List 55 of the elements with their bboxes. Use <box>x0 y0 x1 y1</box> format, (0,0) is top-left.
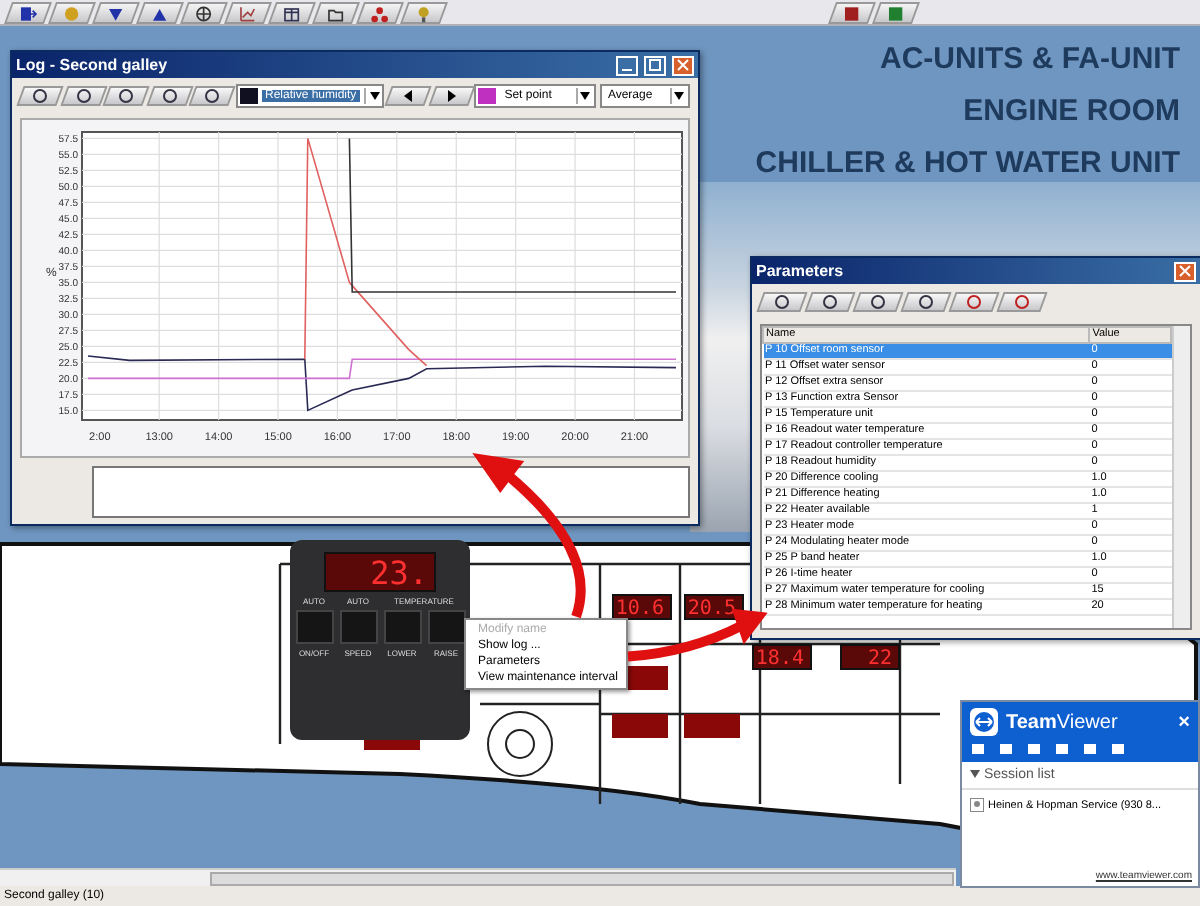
logo-icon <box>970 708 998 736</box>
left-arrow-icon <box>399 88 416 104</box>
toolbar-button[interactable] <box>188 86 235 106</box>
close-button[interactable] <box>672 55 694 75</box>
maximize-button[interactable] <box>644 55 666 75</box>
temperature-display: 18.4 <box>752 644 812 670</box>
controller-display: 23. <box>324 552 436 592</box>
caret-icon <box>369 92 380 100</box>
section-heading: ENGINE ROOM <box>963 94 1180 130</box>
temperature-display: 22 <box>840 644 900 670</box>
right-arrow-icon <box>442 88 459 104</box>
close-icon <box>1178 264 1192 278</box>
toolbar-button[interactable] <box>756 292 808 312</box>
caret-icon <box>674 92 685 100</box>
toolbar-button[interactable] <box>900 292 952 312</box>
network-icon <box>370 2 390 22</box>
toolbar-button[interactable] <box>16 86 63 106</box>
toolbar-button[interactable] <box>356 1 404 23</box>
scrollbar[interactable] <box>0 868 956 886</box>
toolbar-button[interactable] <box>145 86 192 106</box>
section-heading: CHILLER & HOT WATER UNIT <box>755 146 1180 182</box>
window-title: Log - Second galley <box>16 56 170 74</box>
toolbar-button[interactable] <box>268 1 316 23</box>
minimize-button[interactable] <box>616 55 638 75</box>
toolbar-button[interactable] <box>180 1 228 23</box>
toolbar-button[interactable] <box>312 1 360 23</box>
previous-button[interactable] <box>384 86 431 106</box>
toolbar-button[interactable] <box>59 86 106 106</box>
controller-key[interactable] <box>427 610 465 644</box>
toolbar-button[interactable] <box>136 1 184 23</box>
bulb-icon <box>414 2 434 22</box>
close-button[interactable]: × <box>1178 711 1190 733</box>
toolbar-button[interactable] <box>996 292 1048 312</box>
toolbar-button[interactable] <box>92 1 140 23</box>
toolbar-button[interactable] <box>102 86 149 106</box>
next-button[interactable] <box>427 86 474 106</box>
window-title: Parameters <box>756 262 846 280</box>
caret-icon <box>970 770 980 778</box>
toolbar-button[interactable] <box>852 292 904 312</box>
toolbar-button[interactable] <box>828 1 876 23</box>
toolbar-button[interactable] <box>804 292 856 312</box>
temperature-display: 20.5 <box>684 594 744 620</box>
close-button[interactable] <box>1174 261 1196 281</box>
table-icon <box>282 2 302 22</box>
close-icon <box>676 58 690 72</box>
temperature-display: 10.6 <box>612 594 672 620</box>
toolbar-button[interactable] <box>224 1 272 23</box>
caret-icon <box>580 92 591 100</box>
toolbar-button[interactable] <box>948 292 1000 312</box>
maximize-icon <box>648 58 662 72</box>
toolbar-button[interactable] <box>4 1 52 23</box>
scrollbar[interactable] <box>1172 326 1190 628</box>
app-title: TeamViewer <box>1006 711 1120 733</box>
section-heading: AC-UNITS & FA-UNIT <box>880 42 1180 78</box>
chart-icon <box>238 2 258 22</box>
